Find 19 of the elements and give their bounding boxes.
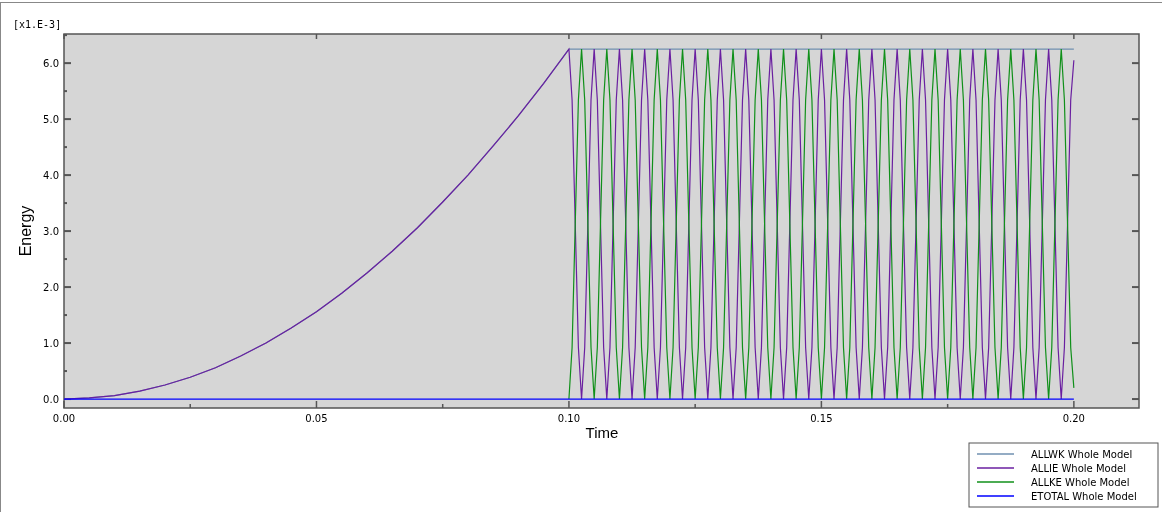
axis-multiplier: [x1.E-3] — [13, 19, 62, 30]
y-tick-label: 6.0 — [43, 58, 59, 70]
legend-label: ETOTAL Whole Model — [1031, 491, 1137, 502]
x-tick-label: 0.15 — [810, 413, 833, 424]
x-tick-label: 0.00 — [52, 413, 76, 424]
y-tick-label: 1.0 — [43, 338, 59, 350]
y-tick-label: 0.0 — [43, 394, 59, 406]
legend-label: ALLWK Whole Model — [1031, 449, 1133, 460]
x-axis-label: Time — [585, 424, 619, 441]
y-tick-label: 5.0 — [43, 114, 59, 126]
legend-label: ALLIE Whole Model — [1031, 463, 1126, 474]
legend-label: ALLKE Whole Model — [1031, 477, 1130, 488]
y-tick-label: 3.0 — [43, 226, 59, 238]
y-axis-label: Energy — [17, 205, 34, 257]
y-tick-label: 2.0 — [43, 282, 59, 294]
x-tick-label: 0.10 — [557, 413, 581, 424]
y-tick-label: 4.0 — [43, 170, 59, 182]
x-tick-label: 0.05 — [305, 413, 328, 424]
x-tick-label: 0.20 — [1062, 413, 1085, 424]
